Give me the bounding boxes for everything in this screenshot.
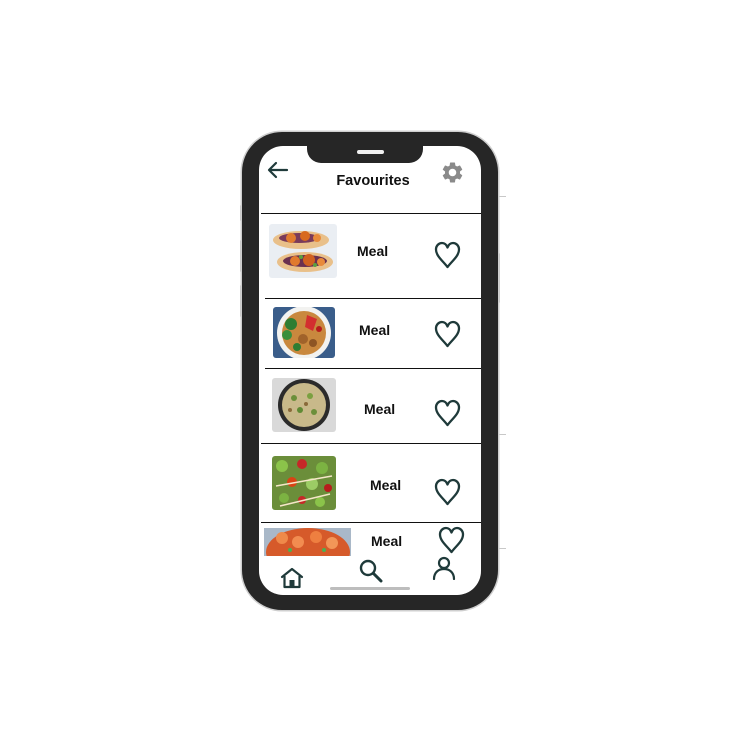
meal-image xyxy=(264,528,351,556)
meal-label: Meal xyxy=(359,322,391,338)
row-divider xyxy=(265,368,481,370)
heart-icon[interactable] xyxy=(437,525,466,555)
heart-icon[interactable] xyxy=(433,398,462,428)
page-title: Favourites xyxy=(336,173,410,189)
gear-icon[interactable] xyxy=(440,160,465,185)
home-indicator xyxy=(330,587,410,590)
header-divider xyxy=(261,213,481,215)
row-divider xyxy=(261,522,481,524)
search-icon[interactable] xyxy=(358,558,384,584)
row-divider xyxy=(261,443,481,445)
meal-label: Meal xyxy=(371,533,403,549)
phone-speaker xyxy=(357,150,384,154)
heart-icon[interactable] xyxy=(433,477,462,507)
heart-icon[interactable] xyxy=(433,240,462,270)
heart-icon[interactable] xyxy=(433,319,462,349)
profile-icon[interactable] xyxy=(431,556,457,580)
back-arrow-icon[interactable] xyxy=(267,161,289,179)
home-icon[interactable] xyxy=(279,567,305,589)
guide-line xyxy=(497,548,506,549)
meal-image xyxy=(269,224,337,278)
meal-image xyxy=(273,307,335,358)
meal-label: Meal xyxy=(364,401,396,417)
meal-label: Meal xyxy=(370,477,402,493)
meal-image xyxy=(272,378,336,432)
meal-label: Meal xyxy=(357,243,389,259)
guide-line xyxy=(497,434,506,435)
meal-image xyxy=(272,456,336,510)
row-divider xyxy=(265,298,481,300)
guide-line xyxy=(497,196,506,197)
